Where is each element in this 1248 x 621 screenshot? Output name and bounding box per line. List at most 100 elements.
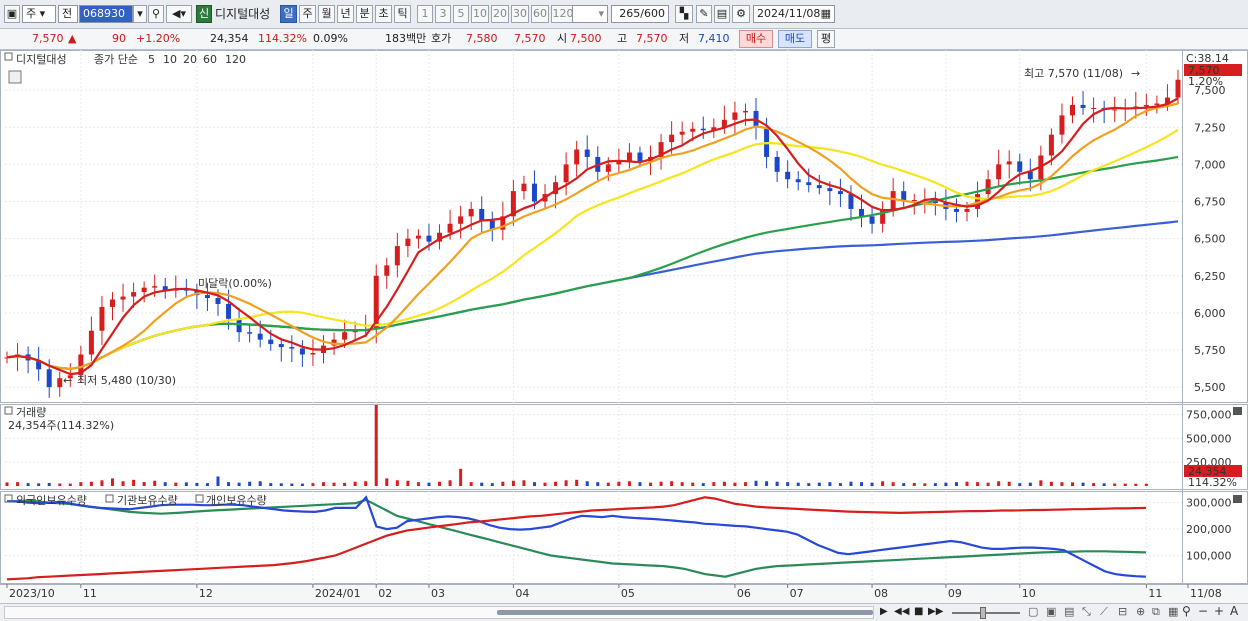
- volume-bar: [1071, 482, 1075, 486]
- grid-icon[interactable]: [8, 70, 22, 84]
- volume-bar: [343, 482, 347, 486]
- forward-icon[interactable]: ▶▶: [928, 606, 943, 617]
- market-select[interactable]: 주 ▾: [22, 5, 56, 23]
- volume-bar: [786, 482, 790, 486]
- measure-tool-icon[interactable]: ⊟: [1118, 605, 1127, 618]
- minute-tab-5[interactable]: 5: [453, 5, 469, 23]
- layout-1-icon[interactable]: ▢: [1028, 605, 1038, 618]
- period-tab-5[interactable]: 초: [375, 5, 392, 23]
- crosshair-icon[interactable]: ⊕: [1136, 605, 1145, 618]
- candle-body: [1143, 104, 1149, 107]
- scroll-thumb[interactable]: [497, 610, 873, 615]
- volume-panel-close-icon[interactable]: [1233, 407, 1242, 415]
- candle-body: [521, 183, 527, 192]
- avg-button[interactable]: 평: [817, 30, 835, 48]
- chevron-down-icon: ▾: [598, 7, 604, 20]
- zoom-out-icon[interactable]: −: [1198, 604, 1208, 618]
- window-icon[interactable]: ▣: [4, 5, 20, 23]
- zoom-slider-handle[interactable]: [980, 607, 986, 619]
- candle-body: [226, 303, 232, 319]
- sound-icon[interactable]: ◀▾: [166, 5, 192, 23]
- volume-bar: [1049, 481, 1053, 486]
- volume-bar: [1007, 481, 1011, 486]
- count-input[interactable]: 265/600: [611, 5, 669, 23]
- volume-bar: [311, 483, 315, 486]
- candle-body: [88, 330, 94, 355]
- print-icon[interactable]: ▦: [1168, 605, 1178, 618]
- stop-icon[interactable]: ■: [914, 606, 923, 617]
- candle-body: [996, 164, 1002, 180]
- candle-body: [46, 369, 52, 388]
- volume-bar: [838, 483, 842, 486]
- date-text: 2024/11/08: [757, 7, 821, 20]
- volume-bar: [501, 481, 505, 486]
- buy-button[interactable]: 매수: [739, 30, 773, 48]
- date-input[interactable]: 2024/11/08 ▦: [753, 5, 835, 23]
- zoom-search-icon[interactable]: ⚲: [1182, 604, 1191, 618]
- minute-tab-30[interactable]: 30: [511, 5, 529, 23]
- market2-select[interactable]: 전: [58, 5, 78, 23]
- minute-tab-60[interactable]: 60: [531, 5, 549, 23]
- volume-bar: [1039, 480, 1043, 486]
- period-tab-3[interactable]: 년: [337, 5, 354, 23]
- period-tab-6[interactable]: 틱: [394, 5, 411, 23]
- x-tick-label: 2024/01: [315, 587, 361, 600]
- period-tab-2[interactable]: 월: [318, 5, 335, 23]
- candle-body: [816, 185, 822, 189]
- code-dropdown-icon[interactable]: ▾: [133, 5, 147, 23]
- volume-bar: [459, 468, 463, 486]
- rewind-icon[interactable]: ◀◀: [894, 606, 909, 617]
- scroll-track[interactable]: [4, 606, 874, 619]
- layout-3-icon[interactable]: ▤: [1064, 605, 1074, 618]
- volume-bar: [227, 482, 231, 486]
- volume-bar: [691, 482, 695, 486]
- tools-icon[interactable]: ✎: [696, 5, 712, 23]
- market-label: 주: [26, 7, 37, 20]
- candle-body: [342, 332, 348, 340]
- candle-body: [690, 128, 696, 132]
- period-tab-1[interactable]: 주: [299, 5, 316, 23]
- minute-tab-3[interactable]: 3: [435, 5, 451, 23]
- extra-select[interactable]: ▾: [572, 5, 608, 23]
- volume-bar: [1060, 482, 1064, 486]
- open-label: 시: [557, 32, 568, 45]
- period-tab-4[interactable]: 분: [356, 5, 373, 23]
- volume-bar: [543, 482, 547, 486]
- volume-bar: [195, 482, 199, 486]
- legend-ma60: 60: [203, 53, 217, 66]
- minute-tab-10[interactable]: 10: [471, 5, 489, 23]
- volume-bar: [1092, 483, 1096, 486]
- candle-body: [405, 238, 411, 247]
- save-icon[interactable]: ▤: [714, 5, 730, 23]
- copy-icon[interactable]: ⧉: [1152, 605, 1160, 619]
- candle-body: [953, 208, 959, 212]
- chart-svg: 7,5007,2507,0006,7506,5006,2506,0005,750…: [0, 50, 1248, 603]
- period-tab-0[interactable]: 일: [280, 5, 297, 23]
- volume-bar: [575, 479, 579, 486]
- line-tool-icon[interactable]: ⟋: [1100, 605, 1108, 619]
- holdings-panel-close-icon[interactable]: [1233, 495, 1242, 503]
- change-value: 90: [112, 32, 126, 45]
- toggle-icon[interactable]: ▚: [675, 5, 693, 23]
- volume-bar: [364, 481, 368, 486]
- zoom-in-icon[interactable]: +: [1214, 604, 1224, 618]
- font-size-icon[interactable]: A: [1230, 604, 1238, 618]
- search-icon[interactable]: ⚲: [148, 5, 164, 23]
- minute-tab-20[interactable]: 20: [491, 5, 509, 23]
- volume-title: 거래량: [16, 406, 46, 419]
- quote-bar: 7,570 ▲ 90 +1.20% 24,354 114.32% 0.09% 1…: [0, 29, 1248, 50]
- volume-bar: [269, 483, 273, 486]
- gear-icon[interactable]: ⚙: [732, 5, 750, 23]
- chart-title: 디지털대성: [16, 53, 67, 66]
- minute-tab-1[interactable]: 1: [417, 5, 433, 23]
- stock-code-input[interactable]: 068930: [79, 5, 133, 23]
- candle-body: [700, 128, 706, 131]
- calendar-icon[interactable]: ▦: [821, 6, 831, 22]
- play-icon[interactable]: ▶: [880, 606, 888, 617]
- volume-bar: [860, 482, 864, 486]
- sell-button[interactable]: 매도: [778, 30, 812, 48]
- open-value: 7,500: [570, 32, 602, 45]
- zoom-slider[interactable]: [952, 612, 1020, 614]
- layout-2-icon[interactable]: ▣: [1046, 605, 1056, 618]
- draw-tool-icon[interactable]: ⤡: [1082, 605, 1091, 619]
